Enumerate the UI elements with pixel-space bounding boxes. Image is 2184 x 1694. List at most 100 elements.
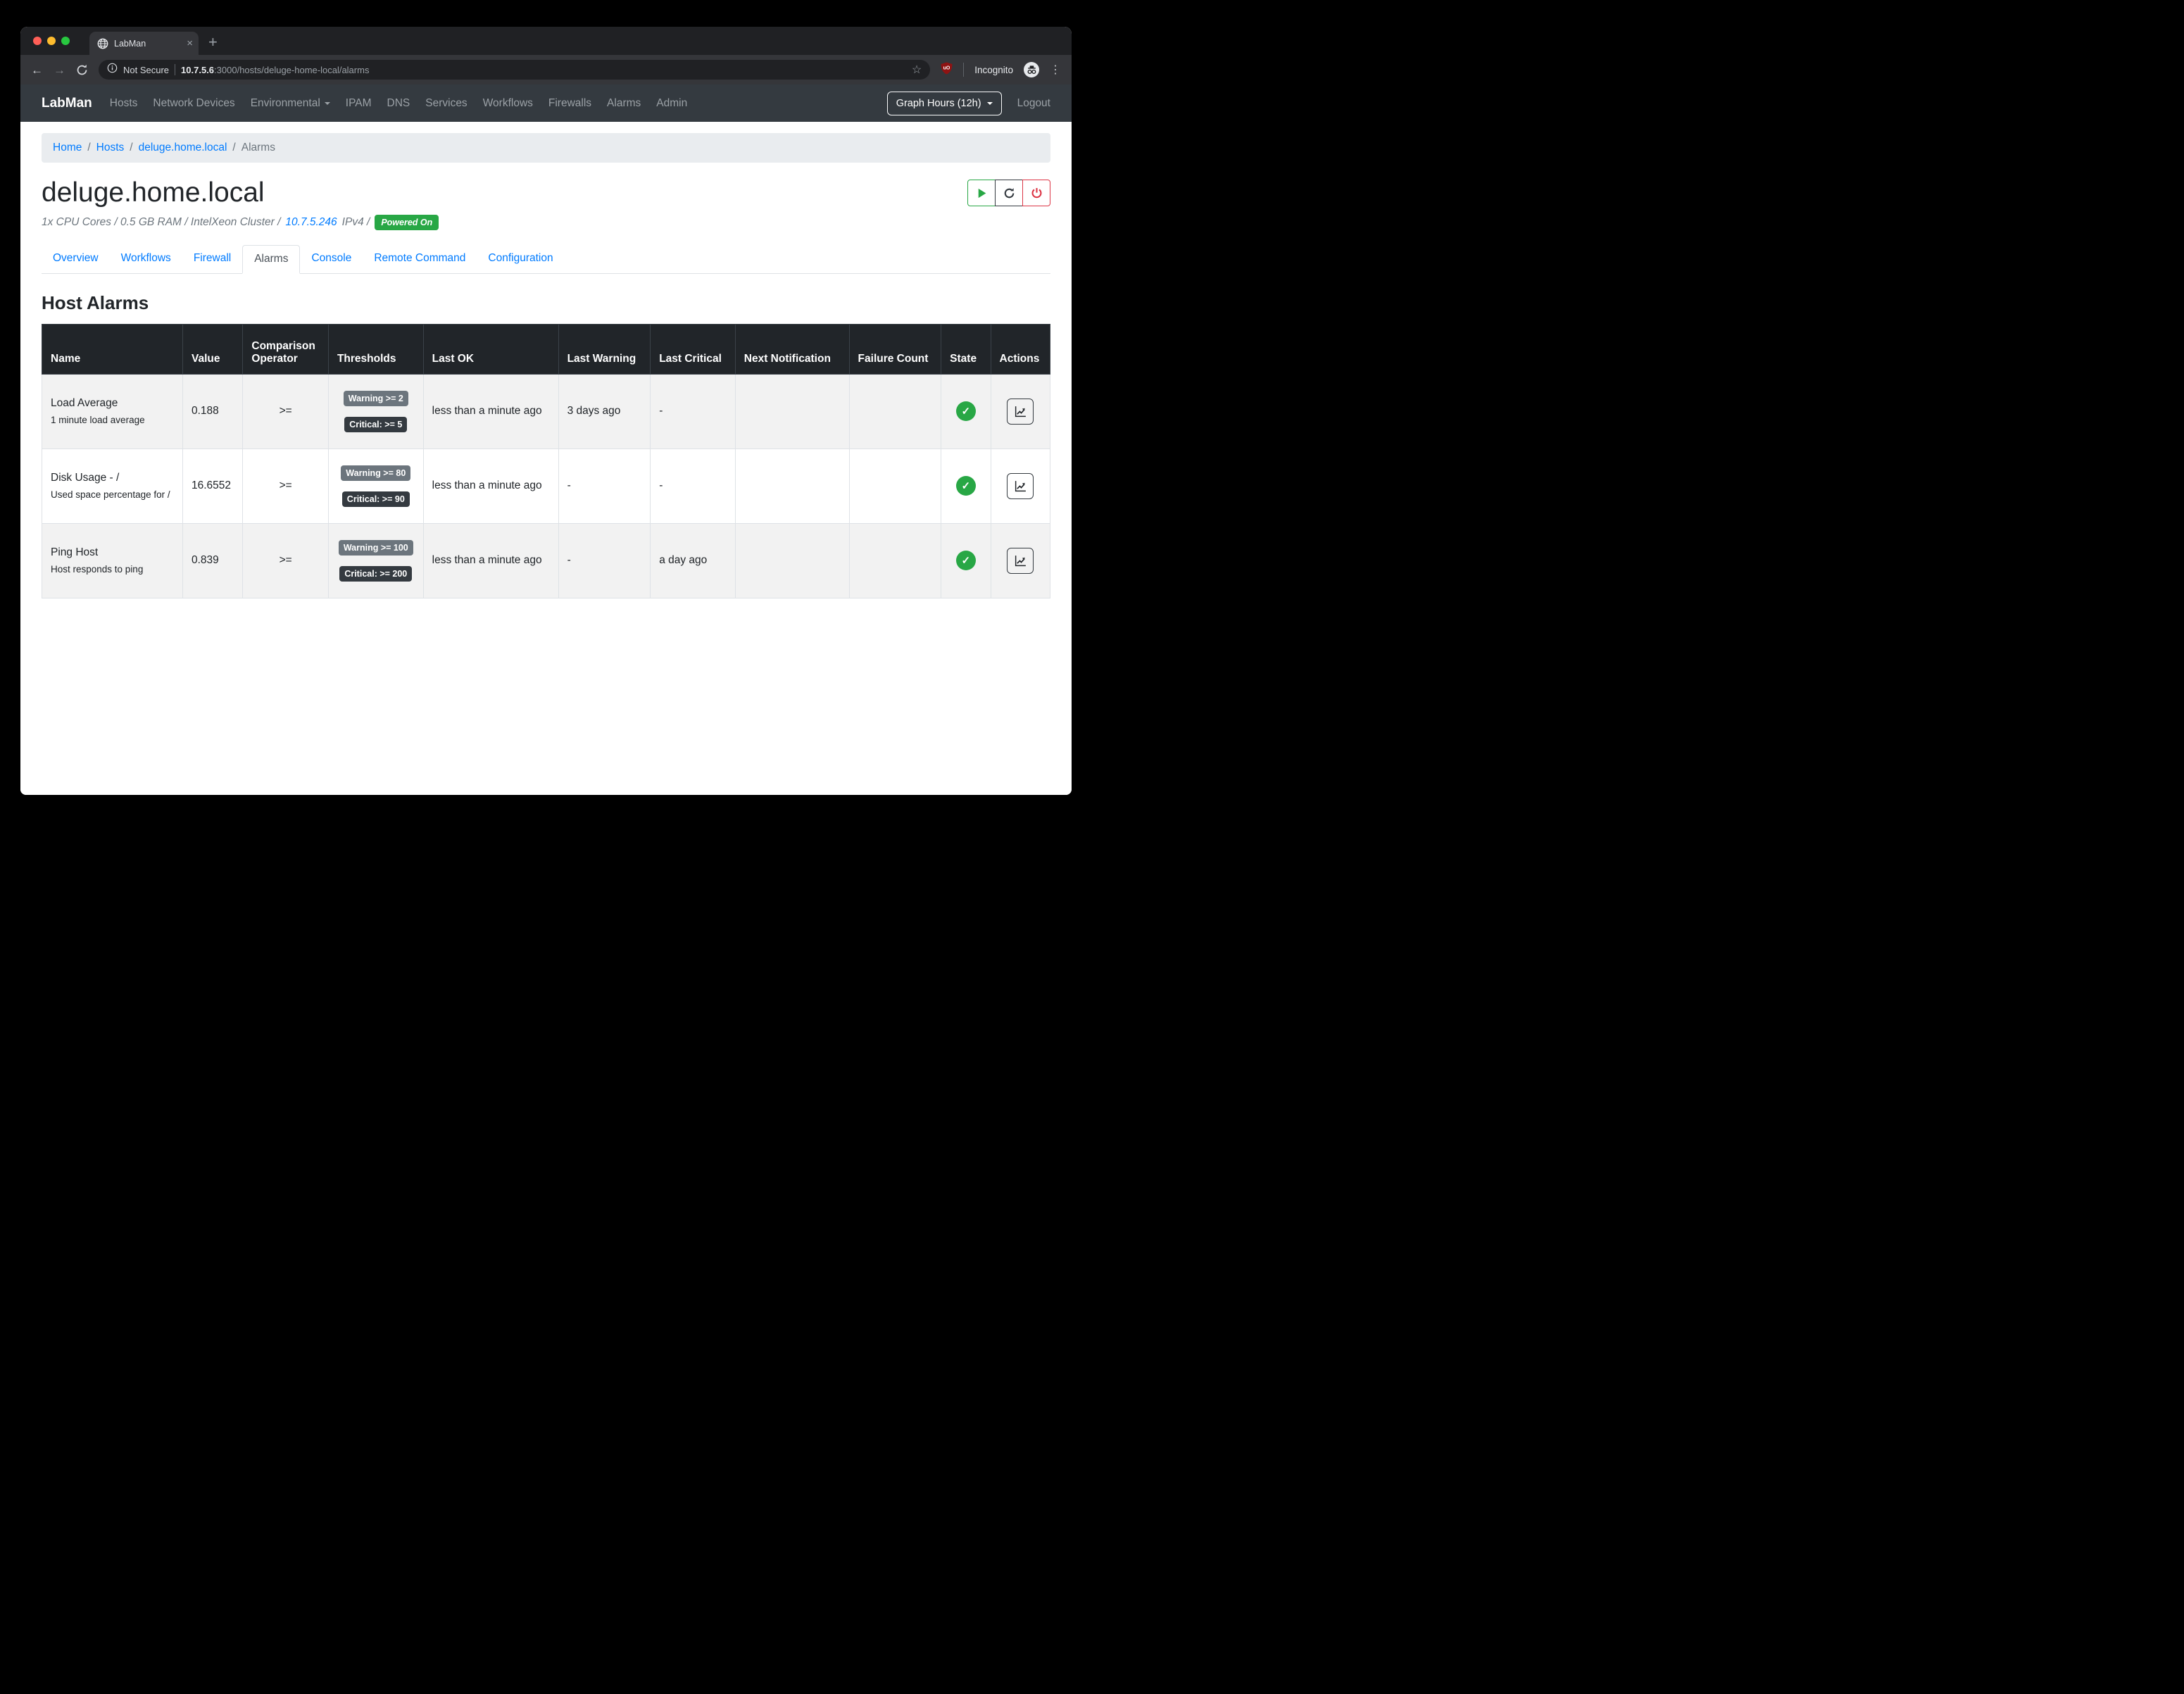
nav-item-admin[interactable]: Admin: [648, 97, 695, 110]
address-bar[interactable]: Not Secure 10.7.5.6:3000/hosts/deluge-ho…: [99, 60, 930, 80]
nav-item-ipam[interactable]: IPAM: [338, 97, 379, 110]
nav-item-dns[interactable]: DNS: [379, 97, 418, 110]
alarm-operator: >=: [243, 448, 329, 523]
nav-item-environmental[interactable]: Environmental: [243, 97, 338, 110]
tab-console[interactable]: Console: [300, 245, 363, 273]
url-text: 10.7.5.6:3000/hosts/deluge-home-local/al…: [181, 65, 369, 75]
col-state: State: [941, 324, 991, 374]
incognito-icon[interactable]: [1024, 62, 1039, 77]
new-tab-button[interactable]: +: [208, 27, 218, 51]
alarm-operator: >=: [243, 523, 329, 598]
check-circle-icon: ✓: [956, 476, 976, 496]
forward-icon[interactable]: →: [54, 64, 65, 76]
logout-link[interactable]: Logout: [1017, 97, 1050, 110]
minimize-button[interactable]: [47, 37, 56, 45]
page-content: Home / Hosts / deluge.home.local / Alarm…: [20, 122, 1072, 795]
table-header-row: Name Value Comparison Operator Threshold…: [42, 324, 1050, 374]
host-ip-link[interactable]: 10.7.5.246: [285, 216, 337, 229]
page-title: deluge.home.local: [42, 178, 265, 208]
start-host-button[interactable]: [967, 180, 996, 206]
tab-workflows[interactable]: Workflows: [110, 245, 182, 273]
breadcrumb-current: Alarms: [241, 142, 275, 154]
failure-count: [849, 448, 941, 523]
last-ok: less than a minute ago: [423, 374, 558, 448]
view-graph-button[interactable]: [1007, 399, 1034, 425]
last-critical: -: [651, 448, 736, 523]
close-button[interactable]: [33, 37, 42, 45]
ublock-shield-icon[interactable]: uO: [941, 62, 953, 78]
breadcrumb-home[interactable]: Home: [53, 142, 82, 154]
tab-overview[interactable]: Overview: [42, 245, 110, 273]
browser-toolbar: ← → Not Secure 10.7.5.6:3000/hosts/delug…: [20, 55, 1072, 84]
critical-threshold-badge: Critical: >= 90: [342, 491, 410, 507]
graph-hours-dropdown[interactable]: Graph Hours (12h): [887, 92, 1002, 115]
last-warning: -: [558, 448, 651, 523]
table-row: Ping HostHost responds to ping 0.839 >= …: [42, 523, 1050, 598]
host-tab-bar: Overview Workflows Firewall Alarms Conso…: [42, 245, 1050, 274]
last-ok: less than a minute ago: [423, 448, 558, 523]
next-notification: [735, 374, 849, 448]
browser-tab[interactable]: LabMan ×: [89, 32, 199, 55]
brand-labman[interactable]: LabMan: [42, 96, 92, 111]
col-thresholds: Thresholds: [328, 324, 423, 374]
bookmark-star-icon[interactable]: ☆: [912, 63, 922, 77]
close-tab-icon[interactable]: ×: [187, 38, 193, 49]
host-specs: 1x CPU Cores / 0.5 GB RAM / IntelXeon Cl…: [42, 215, 1050, 230]
col-actions: Actions: [991, 324, 1050, 374]
globe-icon: [97, 38, 108, 49]
svg-text:uO: uO: [943, 65, 950, 70]
breadcrumb-hosts[interactable]: Hosts: [96, 142, 125, 154]
section-title: Host Alarms: [42, 292, 1050, 314]
nav-item-workflows[interactable]: Workflows: [475, 97, 541, 110]
tab-title: LabMan: [114, 39, 181, 49]
nav-item-hosts[interactable]: Hosts: [102, 97, 146, 110]
chevron-down-icon: [325, 102, 330, 105]
chevron-down-icon: [987, 102, 993, 105]
check-circle-icon: ✓: [956, 551, 976, 570]
kebab-menu-icon[interactable]: ⋮: [1050, 63, 1061, 77]
chart-line-icon: [1014, 405, 1027, 418]
reload-icon[interactable]: [76, 64, 88, 76]
tab-configuration[interactable]: Configuration: [477, 245, 564, 273]
chart-line-icon: [1014, 554, 1027, 567]
app-navbar: LabMan Hosts Network Devices Environment…: [20, 84, 1072, 122]
browser-tabstrip: LabMan × +: [20, 27, 1072, 55]
warning-threshold-badge: Warning >= 80: [341, 465, 410, 481]
incognito-label: Incognito: [974, 65, 1013, 75]
breadcrumb: Home / Hosts / deluge.home.local / Alarm…: [42, 133, 1050, 163]
table-row: Load Average1 minute load average 0.188 …: [42, 374, 1050, 448]
powered-on-badge: Powered On: [375, 215, 439, 230]
url-host: 10.7.5.6: [181, 65, 214, 75]
power-off-host-button[interactable]: [1022, 180, 1050, 206]
col-last-critical: Last Critical: [651, 324, 736, 374]
back-icon[interactable]: ←: [31, 64, 43, 76]
nav-item-network-devices[interactable]: Network Devices: [145, 97, 242, 110]
failure-count: [849, 523, 941, 598]
view-graph-button[interactable]: [1007, 548, 1034, 574]
alarm-value: 0.839: [182, 523, 242, 598]
col-last-warning: Last Warning: [558, 324, 651, 374]
warning-threshold-badge: Warning >= 2: [344, 391, 408, 406]
alarm-value: 0.188: [182, 374, 242, 448]
toolbar-separator: [963, 63, 964, 77]
tab-remote-command[interactable]: Remote Command: [363, 245, 477, 273]
nav-item-alarms[interactable]: Alarms: [599, 97, 648, 110]
info-icon[interactable]: [107, 63, 118, 77]
next-notification: [735, 523, 849, 598]
nav-item-services[interactable]: Services: [418, 97, 475, 110]
col-last-ok: Last OK: [423, 324, 558, 374]
refresh-icon: [1003, 187, 1015, 199]
last-warning: 3 days ago: [558, 374, 651, 448]
failure-count: [849, 374, 941, 448]
nav-item-firewalls[interactable]: Firewalls: [541, 97, 599, 110]
last-ok: less than a minute ago: [423, 523, 558, 598]
tab-alarms[interactable]: Alarms: [242, 245, 300, 274]
next-notification: [735, 448, 849, 523]
warning-threshold-badge: Warning >= 100: [339, 540, 413, 556]
tab-firewall[interactable]: Firewall: [182, 245, 242, 273]
restart-host-button[interactable]: [995, 180, 1023, 206]
power-icon: [1031, 187, 1043, 199]
view-graph-button[interactable]: [1007, 473, 1034, 499]
breadcrumb-host[interactable]: deluge.home.local: [139, 142, 227, 154]
zoom-button[interactable]: [61, 37, 70, 45]
